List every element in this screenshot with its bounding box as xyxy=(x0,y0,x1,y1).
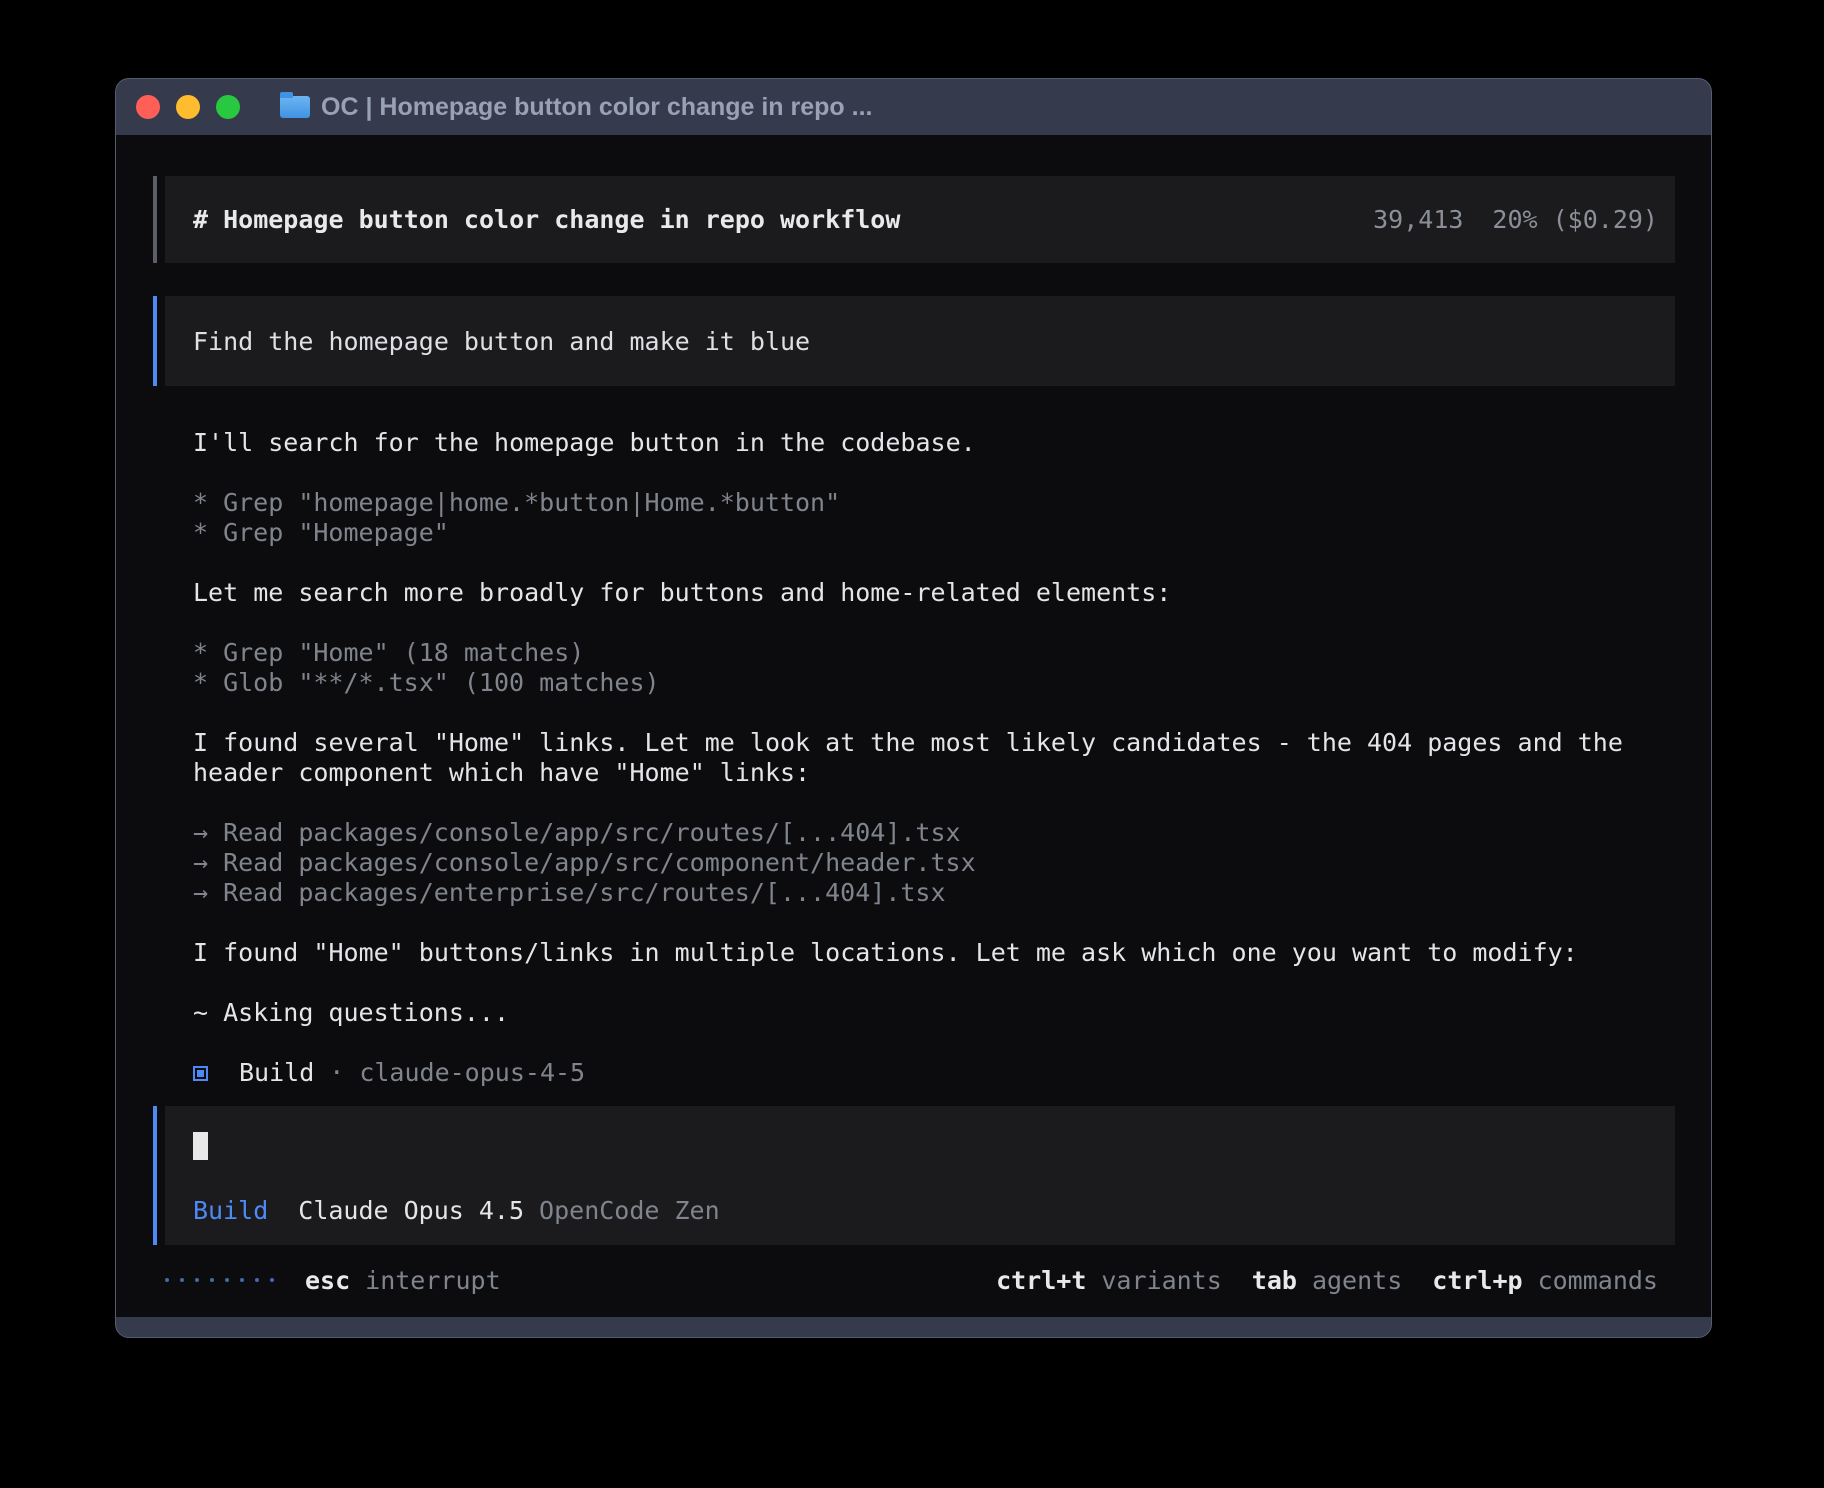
tool-call-text: Read packages/console/app/src/component/… xyxy=(223,848,976,877)
spinner-dot xyxy=(195,1278,199,1282)
tool-bullet-icon: * xyxy=(193,668,208,697)
provider-label: OpenCode Zen xyxy=(539,1196,720,1225)
context-usage: 20% ($0.29) xyxy=(1492,205,1658,234)
assistant-transcript: I'll search for the homepage button in t… xyxy=(153,428,1675,1088)
hint-key: tab xyxy=(1252,1266,1297,1295)
minimize-button[interactable] xyxy=(176,95,200,119)
tool-call[interactable]: * Grep "homepage|home.*button|Home.*butto… xyxy=(193,488,1675,518)
session-header-stripe xyxy=(153,176,157,263)
spinner-dot xyxy=(165,1278,169,1282)
terminal-window: OC | Homepage button color change in rep… xyxy=(115,78,1712,1338)
tool-call-text: Read packages/enterprise/src/routes/[...… xyxy=(223,878,945,907)
agent-model: claude-opus-4-5 xyxy=(359,1058,585,1088)
hint-agents: tab agents xyxy=(1252,1266,1402,1295)
assistant-text: I found several "Home" links. Let me loo… xyxy=(193,728,1625,788)
spinner-dot xyxy=(225,1278,229,1282)
tool-call-group: * Grep "homepage|home.*button|Home.*butto… xyxy=(193,488,1675,548)
hint-key: ctrl+p xyxy=(1432,1266,1522,1295)
tool-bullet-icon: * xyxy=(193,518,208,547)
prompt-input[interactable]: Build Claude Opus 4.5 OpenCode Zen xyxy=(165,1106,1675,1245)
tool-call[interactable]: → Read packages/console/app/src/routes/[.… xyxy=(193,818,1675,848)
tool-call[interactable]: → Read packages/console/app/src/component… xyxy=(193,848,1675,878)
prompt-stripe xyxy=(153,1106,157,1245)
hint-variants: ctrl+t variants xyxy=(996,1266,1222,1295)
desktop: OC | Homepage button color change in rep… xyxy=(0,0,1824,1488)
user-message: Find the homepage button and make it blu… xyxy=(153,296,1675,386)
read-arrow-icon: → xyxy=(193,818,208,847)
activity-status-text: Asking questions... xyxy=(223,998,509,1027)
hint-key: ctrl+t xyxy=(996,1266,1086,1295)
spinner-dot xyxy=(240,1278,244,1282)
status-bar: esc interrupt ctrl+t variants tab agents ct… xyxy=(153,1265,1675,1295)
assistant-text: I found "Home" buttons/links in multiple… xyxy=(193,938,1625,968)
terminal-content: # Homepage button color change in repo w… xyxy=(116,135,1711,1317)
session-stats: 39,413 20% ($0.29) xyxy=(1373,205,1658,234)
agent-mode-label[interactable]: Build xyxy=(193,1196,268,1225)
tool-call[interactable]: * Glob "**/*.tsx" (100 matches) xyxy=(193,668,1675,698)
close-button[interactable] xyxy=(136,95,160,119)
hint-label: variants xyxy=(1101,1266,1221,1295)
hint-label: agents xyxy=(1312,1266,1402,1295)
activity-spinner xyxy=(165,1278,274,1282)
tool-call[interactable]: * Grep "Homepage" xyxy=(193,518,1675,548)
assistant-text: I'll search for the homepage button in t… xyxy=(193,428,1625,458)
tool-call[interactable]: → Read packages/enterprise/src/routes/[..… xyxy=(193,878,1675,908)
tool-call-text: Glob "**/*.tsx" (100 matches) xyxy=(223,668,660,697)
prompt-area: Build Claude Opus 4.5 OpenCode Zen xyxy=(153,1106,1675,1245)
user-message-text: Find the homepage button and make it blu… xyxy=(193,327,810,356)
tool-call[interactable]: * Grep "Home" (18 matches) xyxy=(193,638,1675,668)
agent-name: Build xyxy=(239,1058,314,1088)
badge-separator: · xyxy=(329,1058,344,1088)
window-titlebar[interactable]: OC | Homepage button color change in rep… xyxy=(116,79,1711,135)
tilde-icon: ~ xyxy=(193,998,208,1027)
spinner-dot xyxy=(180,1278,184,1282)
activity-status: ~ Asking questions... xyxy=(193,998,1675,1028)
window-title: OC | Homepage button color change in rep… xyxy=(321,93,872,122)
user-message-panel: Find the homepage button and make it blu… xyxy=(165,296,1675,386)
session-header: # Homepage button color change in repo w… xyxy=(153,176,1675,263)
hint-interrupt: esc interrupt xyxy=(305,1266,501,1295)
spinner-dot xyxy=(255,1278,259,1282)
session-header-panel: # Homepage button color change in repo w… xyxy=(165,176,1675,263)
tool-bullet-icon: * xyxy=(193,488,208,517)
spinner-dot xyxy=(270,1278,274,1282)
tool-call-group: → Read packages/console/app/src/routes/[.… xyxy=(193,818,1675,908)
hint-label: interrupt xyxy=(365,1266,500,1295)
tool-call-text: Grep "homepage|home.*button|Home.*button… xyxy=(223,488,840,517)
hint-label: commands xyxy=(1538,1266,1658,1295)
read-arrow-icon: → xyxy=(193,878,208,907)
tool-call-text: Grep "Home" (18 matches) xyxy=(223,638,584,667)
tool-call-text: Read packages/console/app/src/routes/[..… xyxy=(223,818,961,847)
spinner-dot xyxy=(210,1278,214,1282)
model-name-label[interactable]: Claude Opus 4.5 xyxy=(298,1196,524,1225)
agent-build-icon-inner xyxy=(197,1070,204,1077)
folder-icon xyxy=(280,96,310,118)
prompt-meta: Build Claude Opus 4.5 OpenCode Zen xyxy=(193,1196,1647,1225)
tool-call-group: * Grep "Home" (18 matches) * Glob "**/*.ts… xyxy=(193,638,1675,698)
text-cursor xyxy=(193,1132,208,1160)
read-arrow-icon: → xyxy=(193,848,208,877)
tool-bullet-icon: * xyxy=(193,638,208,667)
hint-key: esc xyxy=(305,1266,350,1295)
agent-build-icon xyxy=(193,1066,208,1081)
user-message-stripe xyxy=(153,296,157,386)
assistant-text: Let me search more broadly for buttons a… xyxy=(193,578,1625,608)
session-title: # Homepage button color change in repo w… xyxy=(193,205,900,234)
token-count: 39,413 xyxy=(1373,205,1463,234)
zoom-button[interactable] xyxy=(216,95,240,119)
traffic-lights xyxy=(136,95,240,119)
agent-badge: Build · claude-opus-4-5 xyxy=(193,1058,1675,1088)
hint-commands: ctrl+p commands xyxy=(1432,1266,1658,1295)
tool-call-text: Grep "Homepage" xyxy=(223,518,449,547)
